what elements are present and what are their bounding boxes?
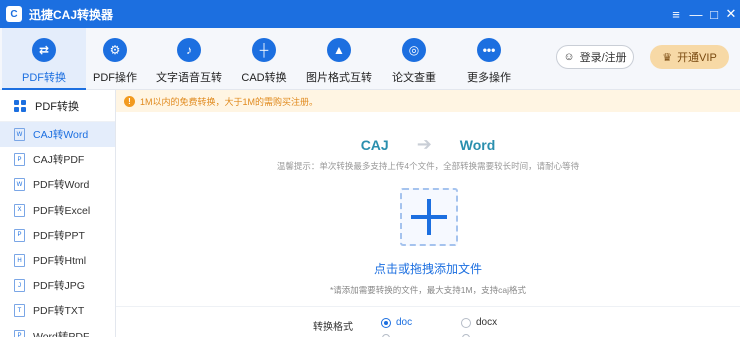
file-icon: H [14, 254, 25, 268]
minimize-icon[interactable]: — [686, 0, 706, 28]
file-icon: W [14, 178, 25, 192]
vip-button[interactable]: ♛ 开通VIP [650, 45, 729, 69]
file-icon: P [14, 228, 25, 242]
tool-label: 更多操作 [467, 72, 511, 84]
grid-icon [14, 99, 26, 112]
upload-tip: 温馨提示：单次转换最多支持上传4个文件，全部转换需要较长时间，请耐心等待 [276, 161, 580, 171]
sidebar-item-label: PDF转TXT [33, 305, 85, 318]
user-icon: ☺ [563, 51, 575, 63]
plus-icon [411, 199, 447, 235]
file-icon: X [14, 203, 25, 217]
sidebar-item-pdf-to-html[interactable]: H PDF转Html [0, 248, 115, 273]
sidebar-item-label: CAJ转PDF [33, 154, 85, 167]
search-doc-icon: ◎ [402, 38, 426, 62]
cad-icon: ┼ [252, 38, 276, 62]
sidebar-item-pdf-to-ppt[interactable]: P PDF转PPT [0, 223, 115, 248]
tool-more[interactable]: ••• 更多操作 [447, 28, 531, 90]
image-icon: ▲ [327, 38, 351, 62]
sidebar-item-pdf-to-txt[interactable]: T PDF转TXT [0, 298, 115, 323]
notice-bar: ! 1M以内的免费转换，大于1M的需购买注册。 [116, 90, 740, 112]
tool-image-format[interactable]: ▲ 图片格式互转 [297, 28, 381, 90]
file-icon: P [14, 153, 25, 167]
gear-icon: ⚙ [103, 38, 127, 62]
tool-label: 论文查重 [392, 72, 436, 84]
sidebar-item-label: CAJ转Word [33, 129, 89, 142]
audio-icon: ♪ [177, 38, 201, 62]
login-button[interactable]: ☺ 登录/注册 [556, 45, 634, 69]
sidebar-item-pdf-to-word[interactable]: W PDF转Word [0, 172, 115, 197]
tool-cad-convert[interactable]: ┼ CAD转换 [222, 28, 306, 90]
tool-label: 文字语音互转 [156, 72, 222, 84]
file-icon: T [14, 304, 25, 318]
file-icon: W [14, 128, 25, 142]
menu-icon[interactable]: ≡ [666, 0, 686, 28]
radio-unchecked-icon [461, 317, 471, 328]
sidebar-header: PDF转换 [0, 90, 115, 122]
window-title: 迅捷CAJ转换器 [29, 7, 114, 22]
source-format: CAJ [360, 136, 389, 153]
tool-pdf-operations[interactable]: ⚙ PDF操作 [73, 28, 157, 90]
format-option-label: doc [396, 317, 413, 328]
title-bar: C 迅捷CAJ转换器 ≡ — □ ✕ [0, 0, 740, 28]
radio-checked-icon [381, 317, 391, 328]
sidebar-item-label: PDF转JPG [33, 280, 85, 293]
swap-icon: ⇄ [32, 38, 56, 62]
sidebar-item-label: PDF转Excel [33, 204, 91, 217]
add-file-link[interactable]: 点击或拖拽添加文件 [116, 260, 740, 277]
tool-plagiarism-check[interactable]: ◎ 论文查重 [372, 28, 456, 90]
sidebar-item-caj-to-pdf[interactable]: P CAJ转PDF [0, 147, 115, 172]
warning-icon: ! [124, 95, 135, 107]
sidebar-item-label: PDF转Word [33, 179, 90, 192]
sidebar-item-label: PDF转Html [33, 255, 87, 268]
file-icon: J [14, 279, 25, 293]
converter-panel: CAJ ➔ Word 温馨提示：单次转换最多支持上传4个文件，全部转换需要较长时… [116, 112, 740, 337]
tool-label: PDF转换 [22, 72, 66, 84]
file-icon: P [14, 329, 25, 337]
arrow-right-icon: ➔ [416, 134, 432, 154]
tool-label: CAD转换 [241, 72, 287, 84]
sidebar-header-label: PDF转换 [35, 100, 79, 113]
format-option-docx[interactable]: docx [461, 317, 497, 328]
tool-text-speech[interactable]: ♪ 文字语音互转 [147, 28, 231, 90]
notice-text: 1M以内的免费转换，大于1M的需购买注册。 [140, 96, 319, 107]
more-icon: ••• [477, 38, 501, 62]
sidebar-item-pdf-to-excel[interactable]: X PDF转Excel [0, 198, 115, 223]
crown-icon: ♛ [662, 51, 673, 64]
sidebar-item-label: Word转PDF [33, 330, 90, 337]
tool-label: PDF操作 [93, 72, 137, 84]
format-label: 转换格式 [313, 322, 353, 333]
login-label: 登录/注册 [579, 52, 627, 64]
conversion-direction: CAJ ➔ Word [116, 134, 740, 155]
tool-label: 图片格式互转 [306, 72, 372, 84]
format-option-label: docx [476, 317, 498, 328]
vip-label: 开通VIP [677, 52, 717, 64]
divider [116, 306, 740, 307]
file-hint: *请添加需要转换的文件，最大支持1M，支持caj格式 [330, 285, 526, 295]
sidebar-item-word-to-pdf[interactable]: P Word转PDF [0, 324, 115, 337]
sidebar-item-caj-to-word[interactable]: W CAJ转Word [0, 122, 115, 148]
close-icon[interactable]: ✕ [721, 0, 740, 28]
sidebar-item-label: PDF转PPT [33, 229, 85, 242]
sidebar-item-pdf-to-jpg[interactable]: J PDF转JPG [0, 273, 115, 298]
app-logo-icon: C [6, 6, 22, 22]
sidebar: PDF转换 W CAJ转Word P CAJ转PDF W PDF转Word X … [0, 90, 116, 337]
target-format: Word [459, 136, 496, 153]
drop-zone[interactable] [400, 188, 458, 246]
format-option-doc[interactable]: doc [381, 317, 412, 328]
